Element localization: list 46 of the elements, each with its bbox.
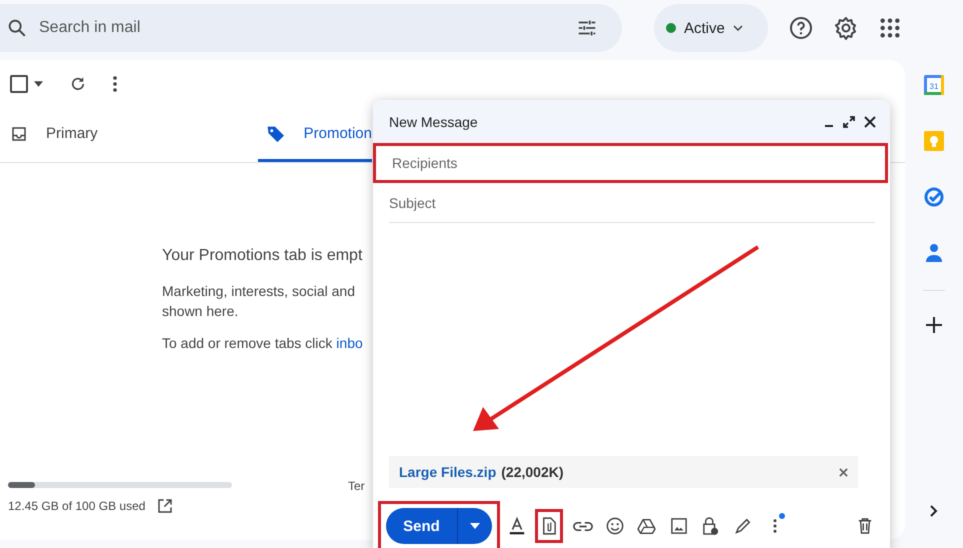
trash-icon[interactable] xyxy=(858,518,872,534)
search-bar[interactable]: Search in mail xyxy=(0,4,622,52)
attachment-size: (22,002K) xyxy=(501,464,564,480)
caret-icon xyxy=(732,25,743,31)
apps-grid-icon[interactable] xyxy=(879,17,901,39)
terms-link[interactable]: Ter xyxy=(348,479,365,493)
attach-file-icon[interactable] xyxy=(542,517,556,535)
inbox-settings-link[interactable]: inbo xyxy=(336,335,363,351)
attachment-chip[interactable]: Large Files.zip (22,002K) xyxy=(389,456,858,488)
status-button[interactable]: Active xyxy=(654,4,768,52)
person-icon[interactable] xyxy=(923,242,945,264)
caret-icon xyxy=(470,523,480,529)
send-options-button[interactable] xyxy=(458,508,492,544)
compose-title: New Message xyxy=(389,114,478,130)
caret-icon[interactable] xyxy=(34,81,43,87)
storage-text: 12.45 GB of 100 GB used xyxy=(8,499,146,513)
search-field[interactable]: Search in mail xyxy=(37,18,567,38)
tag-icon xyxy=(266,124,286,144)
inbox-icon xyxy=(10,124,28,142)
pen-icon[interactable] xyxy=(734,518,751,534)
empty-title: Your Promotions tab is empt xyxy=(162,247,364,265)
image-icon[interactable] xyxy=(670,518,686,534)
lock-clock-icon[interactable] xyxy=(702,516,718,536)
search-icon xyxy=(6,17,28,39)
empty-description: Marketing, interests, social and shown here. xyxy=(162,282,356,321)
drive-icon[interactable] xyxy=(637,518,656,534)
recipients-field[interactable]: Recipients xyxy=(373,143,888,183)
emoji-icon[interactable] xyxy=(606,517,624,535)
help-icon[interactable] xyxy=(789,16,813,40)
text-format-icon[interactable] xyxy=(508,517,526,535)
link-icon[interactable] xyxy=(572,520,592,532)
expand-icon[interactable] xyxy=(843,116,855,128)
select-checkbox[interactable] xyxy=(10,75,28,93)
chevron-right-icon[interactable] xyxy=(930,505,938,517)
close-icon[interactable] xyxy=(864,116,876,128)
task-check-icon[interactable] xyxy=(923,186,945,208)
more-icon[interactable] xyxy=(113,76,117,92)
settings-icon[interactable] xyxy=(834,16,858,40)
add-icon[interactable] xyxy=(926,317,942,333)
send-button[interactable]: Send xyxy=(386,508,458,544)
calendar-icon[interactable]: 31 xyxy=(923,74,945,96)
refresh-icon[interactable] xyxy=(69,75,87,93)
mail-tab[interactable]: Primary xyxy=(0,108,258,162)
attachment-name[interactable]: Large Files.zip xyxy=(399,464,496,480)
more-icon[interactable] xyxy=(772,519,776,533)
external-link-icon[interactable] xyxy=(157,498,174,514)
